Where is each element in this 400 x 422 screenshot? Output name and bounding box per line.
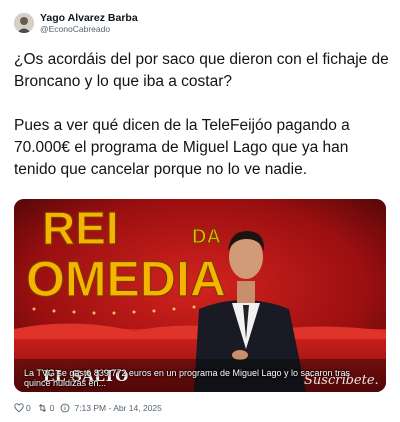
retweet-count: 0 bbox=[49, 403, 55, 413]
timestamp[interactable]: 7:13 PM - Abr 14, 2025 bbox=[74, 403, 161, 413]
author-handle[interactable]: @EconoCabreado bbox=[40, 24, 110, 34]
avatar-image bbox=[14, 13, 34, 33]
like-count: 0 bbox=[26, 403, 31, 413]
tweet-paragraph: Pues a ver qué dicen de la TeleFeijóo pa… bbox=[14, 117, 350, 178]
tweet-footer: 0 0 7:13 PM - Abr 14, 2025 bbox=[14, 402, 162, 414]
tweet-media[interactable]: REI DA OMEDIA EL SALTO Suscríbete. La TV… bbox=[14, 199, 386, 392]
tweet-text: ¿Os acordáis del por saco que dieron con… bbox=[14, 49, 392, 181]
sign-letters-top: REI bbox=[42, 202, 119, 254]
media-caption: La TVG se gastó 839.772 euros en un prog… bbox=[24, 368, 351, 388]
sign-letters-bottom: OMEDIA bbox=[26, 251, 226, 307]
retweet-icon[interactable] bbox=[37, 403, 48, 413]
avatar[interactable] bbox=[14, 13, 34, 33]
sign-letters-da: DA bbox=[192, 226, 221, 248]
heart-icon[interactable] bbox=[14, 403, 24, 413]
video-thumbnail: REI DA OMEDIA bbox=[14, 199, 386, 392]
tweet-card: Yago Alvarez Barba @EconoCabreado ¿Os ac… bbox=[0, 0, 400, 422]
author-name[interactable]: Yago Alvarez Barba bbox=[40, 12, 138, 24]
info-icon[interactable] bbox=[60, 403, 70, 413]
tweet-paragraph: ¿Os acordáis del por saco que dieron con… bbox=[14, 51, 389, 90]
